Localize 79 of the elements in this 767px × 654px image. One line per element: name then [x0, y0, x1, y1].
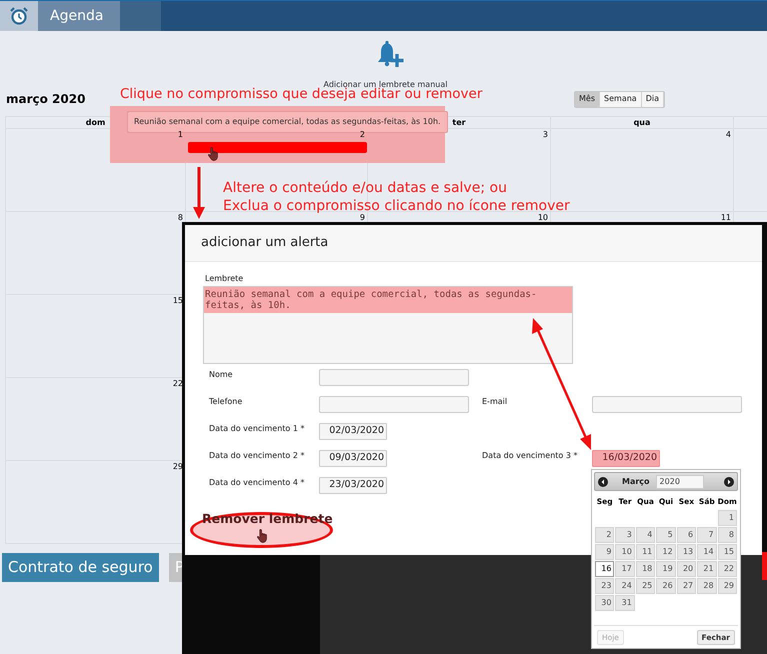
day-number: 3: [542, 130, 548, 140]
day-number: 4: [726, 130, 731, 140]
modal-title: adicionar um alerta: [201, 234, 328, 252]
day-number: 8: [178, 213, 183, 223]
month-label: Março: [622, 476, 650, 488]
field-label: Data do vencimento 3 *: [482, 450, 578, 462]
weekday-header: qua: [634, 118, 650, 128]
calendar-day[interactable]: 30: [595, 595, 614, 611]
day-number: 9: [360, 213, 365, 223]
weekday-header: dom: [86, 118, 106, 128]
calendar-day[interactable]: 17: [615, 561, 635, 577]
contract-button[interactable]: Contrato de seguro: [2, 553, 159, 582]
calendar-day[interactable]: 7: [697, 527, 717, 543]
year-select[interactable]: 2020: [656, 474, 704, 488]
calendar-day[interactable]: 11: [636, 544, 656, 560]
day-number: 10: [538, 213, 548, 223]
previous-month-icon[interactable]: [598, 476, 608, 486]
annotation-text: Altere o conteúdo e/ou datas e salve; ou: [223, 179, 507, 197]
calendar-day[interactable]: 27: [676, 578, 696, 594]
calendar-day[interactable]: 26: [656, 578, 676, 594]
agenda-tab[interactable]: Agenda: [38, 1, 120, 31]
calendar-day[interactable]: 13: [676, 544, 696, 560]
date-field[interactable]: 09/03/2020: [319, 450, 387, 467]
calendar-day[interactable]: 25: [636, 578, 656, 594]
text-field[interactable]: [592, 396, 742, 413]
next-month-icon[interactable]: [724, 476, 734, 486]
calendar-day[interactable]: 8: [718, 527, 737, 543]
day-number: 2: [360, 130, 365, 140]
calendar-day[interactable]: 31: [615, 595, 635, 611]
add-reminder-label[interactable]: Adicionar um lembrete manual: [324, 80, 448, 89]
reminder-text: Reunião semanal com a equipe comercial, todas as segundas-feitas, às 10h.: [204, 287, 572, 313]
calendar-day[interactable]: 18: [636, 561, 656, 577]
calendar-day[interactable]: 20: [676, 561, 696, 577]
calendar-day[interactable]: 28: [697, 578, 717, 594]
calendar-day[interactable]: 9: [595, 544, 614, 560]
text-field[interactable]: [319, 369, 469, 386]
view-button[interactable]: Mês: [575, 92, 600, 106]
calendar-day[interactable]: 21: [697, 561, 717, 577]
reminder-textarea[interactable]: Reunião semanal com a equipe comercial, todas as segundas-feitas, às 10h.: [203, 286, 573, 364]
date-field[interactable]: 16/03/2020: [592, 450, 660, 467]
date-field[interactable]: 02/03/2020: [319, 423, 387, 440]
field-label: E-mail: [482, 396, 508, 408]
weekday-header: ter: [452, 118, 466, 128]
calendar-day[interactable]: 4: [636, 527, 656, 543]
calendar-day[interactable]: 19: [656, 561, 676, 577]
alarm-clock-icon: [9, 6, 29, 26]
calendar-day[interactable]: 3: [615, 527, 635, 543]
calendar-day[interactable]: 22: [718, 561, 737, 577]
calendar-day[interactable]: 6: [676, 527, 696, 543]
field-label: Nome: [209, 369, 234, 381]
field-label: Telefone: [209, 396, 244, 408]
calendar-day[interactable]: 12: [656, 544, 676, 560]
calendar-day[interactable]: 29: [718, 578, 737, 594]
calendar-day[interactable]: 14: [697, 544, 717, 560]
calendar-day[interactable]: 16: [595, 561, 614, 577]
day-number: 11: [720, 213, 731, 223]
calendar-day[interactable]: 10: [615, 544, 635, 560]
calendar-day[interactable]: 5: [656, 527, 676, 543]
arrow-down: [193, 167, 205, 219]
annotation-text: Clique no compromisso que deseja editar ou remover: [120, 87, 482, 101]
field-label: Data do vencimento 4 *: [209, 477, 306, 489]
field-label: Data do vencimento 2 *: [209, 450, 306, 462]
calendar-day[interactable]: 15: [718, 544, 737, 560]
field-label: Data do vencimento 1 *: [209, 423, 306, 435]
hand-cursor-icon: [207, 146, 221, 162]
field-label: Lembrete: [205, 274, 244, 284]
tab-strip-segment: [120, 1, 161, 31]
month-title: março 2020: [6, 91, 86, 108]
calendar-day[interactable]: 1: [718, 510, 737, 526]
annotation-text: Exclua o compromisso clicando no ícone remover: [223, 197, 570, 214]
app-logo-tile[interactable]: [0, 1, 38, 31]
tab-fragment: [762, 552, 767, 580]
calendar-day[interactable]: 24: [615, 578, 635, 594]
calendar-day[interactable]: 2: [595, 527, 614, 543]
text-field[interactable]: [319, 396, 469, 413]
day-number: 1: [178, 130, 183, 140]
date-field[interactable]: 23/03/2020: [319, 477, 387, 494]
calendar-day[interactable]: 23: [595, 578, 614, 594]
hand-cursor-icon: [256, 528, 270, 544]
